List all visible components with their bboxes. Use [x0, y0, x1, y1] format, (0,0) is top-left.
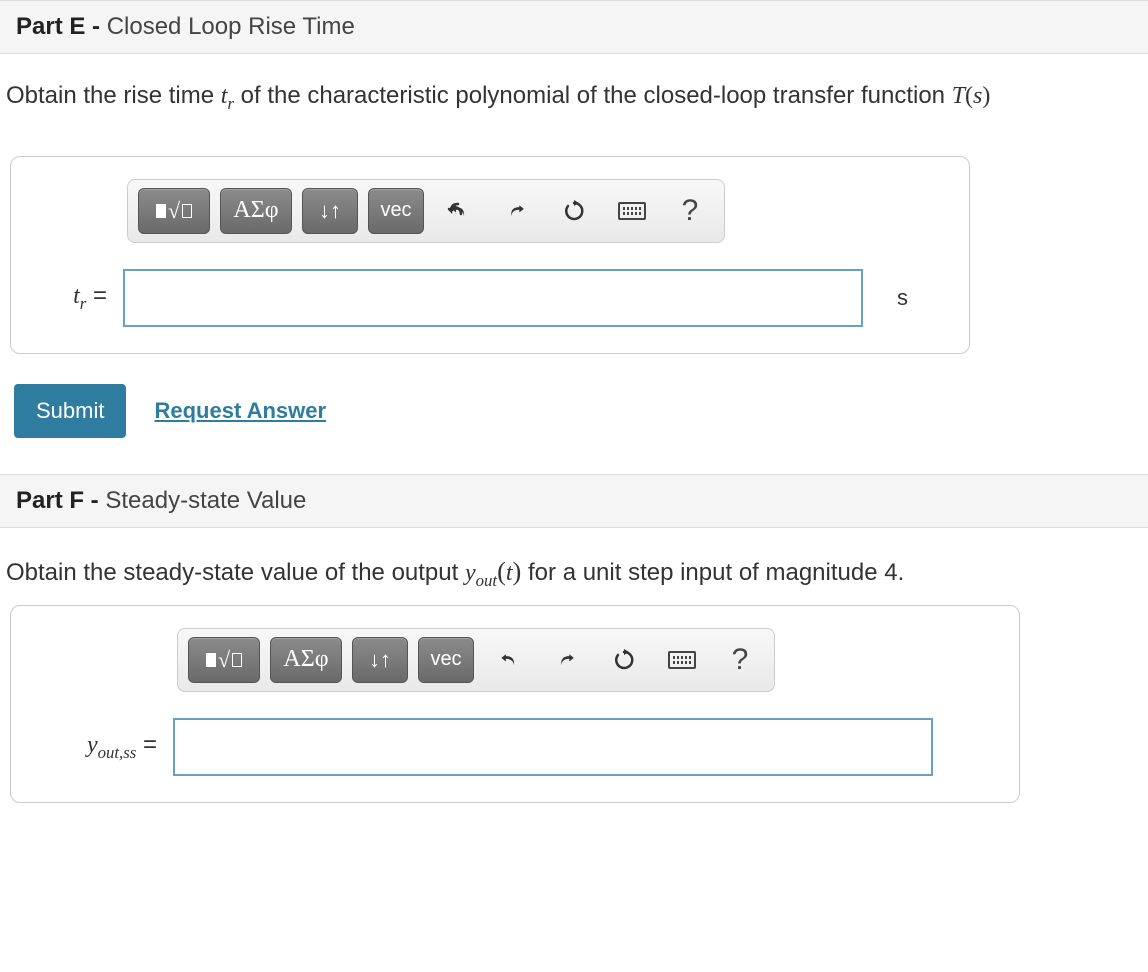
reset-icon — [562, 199, 586, 223]
redo-icon — [554, 648, 578, 672]
undo-icon — [496, 648, 520, 672]
close-paren: ) — [982, 83, 990, 109]
part-e-label: Part E - — [16, 13, 100, 40]
part-e-title: Closed Loop Rise Time — [100, 13, 355, 40]
keyboard-button[interactable] — [658, 637, 706, 683]
prompt-text-f: Obtain the steady-state value of the out… — [6, 559, 465, 586]
keyboard-button[interactable] — [608, 188, 656, 234]
help-button[interactable]: ? — [716, 637, 764, 683]
subsup-button[interactable]: ↓↑ — [352, 637, 408, 683]
vec-button[interactable]: vec — [368, 188, 424, 234]
open-paren-f: ( — [497, 556, 506, 586]
help-button[interactable]: ? — [666, 188, 714, 234]
redo-button[interactable] — [492, 188, 540, 234]
var-t-sub: r — [227, 94, 234, 113]
var-y-sub: out — [476, 571, 497, 590]
toolbar-row-f: √ ΑΣφ ↓↑ vec ? — [177, 628, 993, 692]
input-row: tr = s — [37, 269, 943, 327]
answer-input-tr[interactable] — [123, 269, 863, 327]
undo-button[interactable] — [484, 637, 532, 683]
prompt-text: Obtain the rise time — [6, 82, 221, 109]
lhs-label-tr: tr = — [37, 282, 107, 314]
undo-button[interactable] — [434, 188, 482, 234]
templates-icon: √ — [156, 198, 192, 224]
subsup-button[interactable]: ↓↑ — [302, 188, 358, 234]
lhs-var: t — [73, 283, 80, 309]
unit-s: s — [897, 285, 908, 311]
part-e-header: Part E - Closed Loop Rise Time — [0, 0, 1148, 54]
lhs-label-yout: yout,ss = — [37, 731, 157, 763]
func-name: T — [952, 83, 965, 109]
part-e-answer-box: √ ΑΣφ ↓↑ vec ? tr = s — [10, 156, 970, 354]
part-e-actions: Submit Request Answer — [0, 378, 1148, 474]
func-T: T — [952, 83, 965, 109]
lhs-eq-f: = — [136, 731, 157, 758]
reset-button[interactable] — [600, 637, 648, 683]
greek-button[interactable]: ΑΣφ — [270, 637, 342, 683]
part-f-title: Steady-state Value — [99, 487, 307, 514]
open-paren: ( — [965, 83, 973, 109]
lhs-eq: = — [86, 282, 107, 309]
templates-button[interactable]: √ — [138, 188, 210, 234]
lhs-var-f: y — [87, 732, 98, 758]
submit-button[interactable]: Submit — [14, 384, 126, 438]
var-y: y — [465, 560, 476, 586]
var-yout: yout — [465, 560, 497, 586]
prompt-text-2: of the characteristic polynomial of the … — [241, 82, 952, 109]
reset-button[interactable] — [550, 188, 598, 234]
lhs-sub-f: out,ss — [98, 743, 137, 762]
prompt-text-f2: for a unit step input of magnitude 4. — [528, 559, 904, 586]
part-f-prompt: Obtain the steady-state value of the out… — [0, 528, 1148, 605]
math-toolbar-f: √ ΑΣφ ↓↑ vec ? — [177, 628, 775, 692]
var-tr: tr — [221, 83, 234, 109]
toolbar-row: √ ΑΣφ ↓↑ vec ? — [127, 179, 943, 243]
keyboard-icon — [618, 202, 646, 220]
arg-t: t — [506, 560, 513, 586]
reset-icon — [612, 648, 636, 672]
templates-icon: √ — [206, 647, 242, 673]
greek-button[interactable]: ΑΣφ — [220, 188, 292, 234]
request-answer-link[interactable]: Request Answer — [154, 398, 326, 424]
undo-icon — [446, 199, 470, 223]
input-row-f: yout,ss = — [37, 718, 993, 776]
part-e-prompt: Obtain the rise time tr of the character… — [0, 54, 1148, 156]
part-f-label: Part F - — [16, 487, 99, 514]
vec-button[interactable]: vec — [418, 637, 474, 683]
redo-icon — [504, 199, 528, 223]
part-f-answer-box: √ ΑΣφ ↓↑ vec ? yout,ss = — [10, 605, 1020, 803]
keyboard-icon — [668, 651, 696, 669]
answer-input-yout[interactable] — [173, 718, 933, 776]
close-paren-f: ) — [513, 556, 522, 586]
arg-s: s — [973, 83, 982, 109]
math-toolbar: √ ΑΣφ ↓↑ vec ? — [127, 179, 725, 243]
redo-button[interactable] — [542, 637, 590, 683]
templates-button[interactable]: √ — [188, 637, 260, 683]
part-f-header: Part F - Steady-state Value — [0, 474, 1148, 528]
